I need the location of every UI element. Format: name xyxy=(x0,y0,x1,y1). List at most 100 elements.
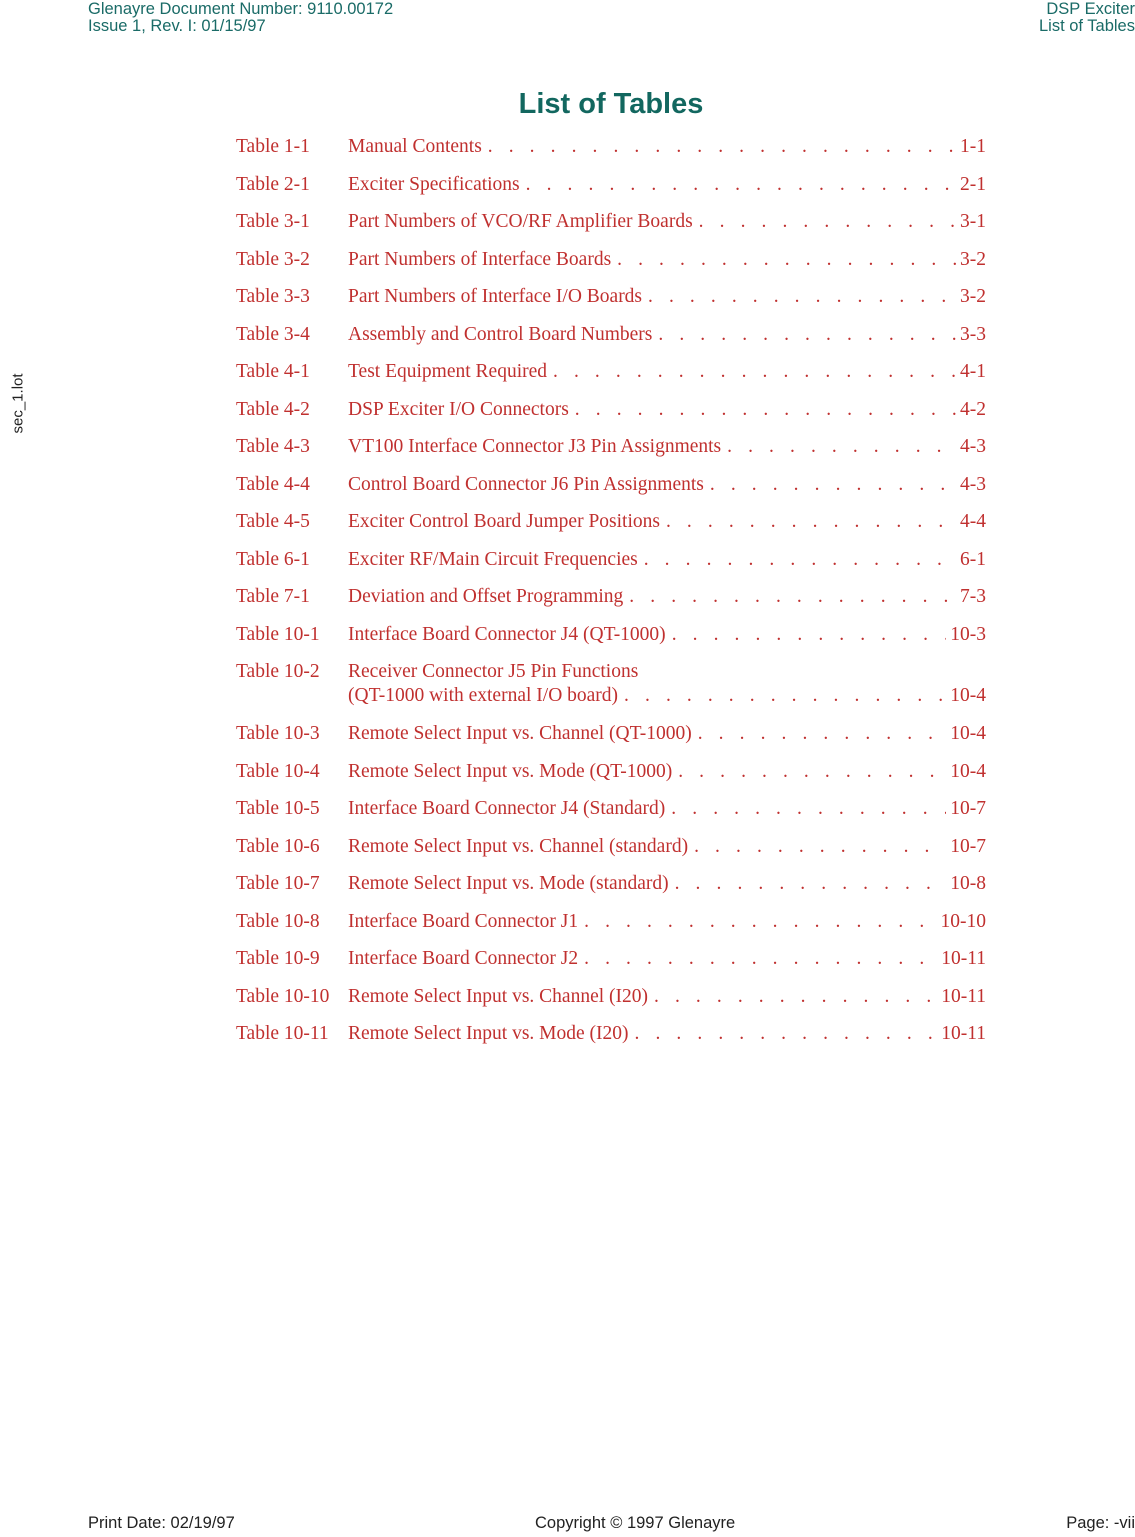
entry-body: Exciter Control Board Jumper Positions 4-… xyxy=(348,511,986,535)
toc-entry[interactable]: Table 4-2 DSP Exciter I/O Connectors 4-2 xyxy=(236,399,986,437)
table-title[interactable]: Exciter Specifications xyxy=(348,174,520,196)
dot-leader xyxy=(635,1023,938,1045)
page-reference[interactable]: 10-4 xyxy=(950,761,986,783)
entry-body: DSP Exciter I/O Connectors 4-2 xyxy=(348,399,986,423)
table-title[interactable]: VT100 Interface Connector J3 Pin Assignm… xyxy=(348,436,721,458)
table-title[interactable]: Assembly and Control Board Numbers xyxy=(348,324,652,346)
page-reference[interactable]: 4-2 xyxy=(960,399,986,421)
entry-body: Receiver Connector J5 Pin Functions (QT-1… xyxy=(348,661,986,709)
toc-entry[interactable]: Table 3-3 Part Numbers of Interface I/O B… xyxy=(236,286,986,324)
table-title[interactable]: Remote Select Input vs. Channel (standar… xyxy=(348,836,688,858)
table-title[interactable]: Remote Select Input vs. Mode (QT-1000) xyxy=(348,761,672,783)
toc-entry[interactable]: Table 4-1 Test Equipment Required 4-1 xyxy=(236,361,986,399)
dot-leader xyxy=(617,249,956,271)
dot-leader xyxy=(629,586,956,608)
page-reference[interactable]: 10-8 xyxy=(950,873,986,895)
table-title[interactable]: Part Numbers of Interface I/O Boards xyxy=(348,286,642,308)
table-title[interactable]: Control Board Connector J6 Pin Assignmen… xyxy=(348,474,704,496)
table-title[interactable]: Interface Board Connector J2 xyxy=(348,948,578,970)
page-reference[interactable]: 10-4 xyxy=(950,685,986,707)
page-reference[interactable]: 3-1 xyxy=(960,211,986,233)
entry-body: Part Numbers of VCO/RF Amplifier Boards 3… xyxy=(348,211,986,235)
toc-entry[interactable]: Table 10-11 Remote Select Input vs. Mode … xyxy=(236,1023,986,1061)
table-title[interactable]: Remote Select Input vs. Mode (standard) xyxy=(348,873,669,895)
table-title[interactable]: Interface Board Connector J4 (QT-1000) xyxy=(348,624,666,646)
toc-entry[interactable]: Table 10-8 Interface Board Connector J1 10… xyxy=(236,911,986,949)
document-number: Glenayre Document Number: 9110.00172 xyxy=(88,0,394,18)
entry-body: Part Numbers of Interface I/O Boards 3-2 xyxy=(348,286,986,310)
table-title[interactable]: Receiver Connector J5 Pin Functions xyxy=(348,661,638,683)
table-title[interactable]: (QT-1000 with external I/O board) xyxy=(348,685,618,707)
entry-body: Remote Select Input vs. Channel (I20) 10-… xyxy=(348,986,986,1010)
table-title[interactable]: Deviation and Offset Programming xyxy=(348,586,623,608)
toc-entry[interactable]: Table 4-4 Control Board Connector J6 Pin … xyxy=(236,474,986,512)
table-title[interactable]: Part Numbers of VCO/RF Amplifier Boards xyxy=(348,211,693,233)
page-reference[interactable]: 6-1 xyxy=(960,549,986,571)
toc-entry[interactable]: Table 10-3 Remote Select Input vs. Channe… xyxy=(236,723,986,761)
toc-entry[interactable]: Table 4-3 VT100 Interface Connector J3 Pi… xyxy=(236,436,986,474)
table-title[interactable]: Manual Contents xyxy=(348,136,482,158)
toc-entry[interactable]: Table 10-2 Receiver Connector J5 Pin Func… xyxy=(236,661,986,723)
page-reference[interactable]: 1-1 xyxy=(960,136,986,158)
page-reference[interactable]: 10-3 xyxy=(950,624,986,646)
table-title[interactable]: Remote Select Input vs. Mode (I20) xyxy=(348,1023,629,1045)
toc-entry[interactable]: Table 10-1 Interface Board Connector J4 (… xyxy=(236,624,986,662)
table-title[interactable]: Exciter Control Board Jumper Positions xyxy=(348,511,660,533)
table-title[interactable]: Test Equipment Required xyxy=(348,361,547,383)
table-title[interactable]: Remote Select Input vs. Channel (QT-1000… xyxy=(348,723,692,745)
toc-entry[interactable]: Table 10-7 Remote Select Input vs. Mode (… xyxy=(236,873,986,911)
table-number: Table 3-3 xyxy=(236,286,310,307)
table-number: Table 10-1 xyxy=(236,623,320,645)
page-reference[interactable]: 2-1 xyxy=(960,174,986,196)
dot-leader xyxy=(675,873,947,895)
toc-entry[interactable]: Table 4-5 Exciter Control Board Jumper Po… xyxy=(236,511,986,549)
entry-line: Remote Select Input vs. Mode (QT-1000) 10… xyxy=(348,761,986,785)
toc-entry[interactable]: Table 10-4 Remote Select Input vs. Mode (… xyxy=(236,761,986,799)
page-reference[interactable]: 3-2 xyxy=(960,249,986,271)
table-title[interactable]: DSP Exciter I/O Connectors xyxy=(348,399,569,421)
page-reference[interactable]: 10-7 xyxy=(950,836,986,858)
toc-entry[interactable]: Table 10-5 Interface Board Connector J4 (… xyxy=(236,798,986,836)
entry-body: Exciter Specifications 2-1 xyxy=(348,174,986,198)
page-reference[interactable]: 10-11 xyxy=(941,986,986,1008)
table-title[interactable]: Interface Board Connector J1 xyxy=(348,911,578,933)
page-reference[interactable]: 10-11 xyxy=(941,1023,986,1045)
section-name: List of Tables xyxy=(1038,17,1135,35)
table-title[interactable]: Part Numbers of Interface Boards xyxy=(348,249,611,271)
page-reference[interactable]: 4-3 xyxy=(960,436,986,458)
toc-entry[interactable]: Table 6-1 Exciter RF/Main Circuit Frequen… xyxy=(236,549,986,587)
toc-entry[interactable]: Table 10-10 Remote Select Input vs. Chann… xyxy=(236,986,986,1024)
entry-body: Interface Board Connector J4 (Standard) 1… xyxy=(348,798,986,822)
page-reference[interactable]: 10-11 xyxy=(941,948,986,970)
page-reference[interactable]: 4-4 xyxy=(960,511,986,533)
page-reference[interactable]: 3-3 xyxy=(960,324,986,346)
page-reference[interactable]: 4-1 xyxy=(960,361,986,383)
toc-entry[interactable]: Table 3-1 Part Numbers of VCO/RF Amplifie… xyxy=(236,211,986,249)
table-title[interactable]: Interface Board Connector J4 (Standard) xyxy=(348,798,665,820)
table-number: Table 3-1 xyxy=(236,211,310,232)
toc-entry[interactable]: Table 7-1 Deviation and Offset Programmin… xyxy=(236,586,986,624)
dot-leader xyxy=(671,798,946,820)
page-reference[interactable]: 10-7 xyxy=(950,798,986,820)
toc-entry[interactable]: Table 3-4 Assembly and Control Board Numb… xyxy=(236,324,986,362)
table-number: Table 10-9 xyxy=(236,948,320,969)
issue-revision: Issue 1, Rev. I: 01/15/97 xyxy=(88,17,266,35)
page-reference[interactable]: 7-3 xyxy=(960,586,986,608)
entry-body: Deviation and Offset Programming 7-3 xyxy=(348,586,986,610)
toc-entry[interactable]: Table 1-1 Manual Contents 1-1 xyxy=(236,136,986,174)
toc-entry[interactable]: Table 2-1 Exciter Specifications 2-1 xyxy=(236,174,986,212)
toc-entry[interactable]: Table 10-9 Interface Board Connector J2 10… xyxy=(236,948,986,986)
page-reference[interactable]: 10-10 xyxy=(941,911,987,933)
entry-line: Part Numbers of Interface Boards 3-2 xyxy=(348,249,986,273)
toc-entry[interactable]: Table 3-2 Part Numbers of Interface Board… xyxy=(236,249,986,287)
table-title[interactable]: Exciter RF/Main Circuit Frequencies xyxy=(348,549,638,571)
entry-body: Remote Select Input vs. Channel (standar… xyxy=(348,836,986,860)
toc-entry[interactable]: Table 10-6 Remote Select Input vs. Channe… xyxy=(236,836,986,874)
dot-leader xyxy=(672,624,947,646)
page-reference[interactable]: 4-3 xyxy=(960,474,986,496)
dot-leader xyxy=(727,436,956,458)
entry-body: Part Numbers of Interface Boards 3-2 xyxy=(348,249,986,273)
page-reference[interactable]: 10-4 xyxy=(950,723,986,745)
page-reference[interactable]: 3-2 xyxy=(960,286,986,308)
table-title[interactable]: Remote Select Input vs. Channel (I20) xyxy=(348,986,648,1008)
